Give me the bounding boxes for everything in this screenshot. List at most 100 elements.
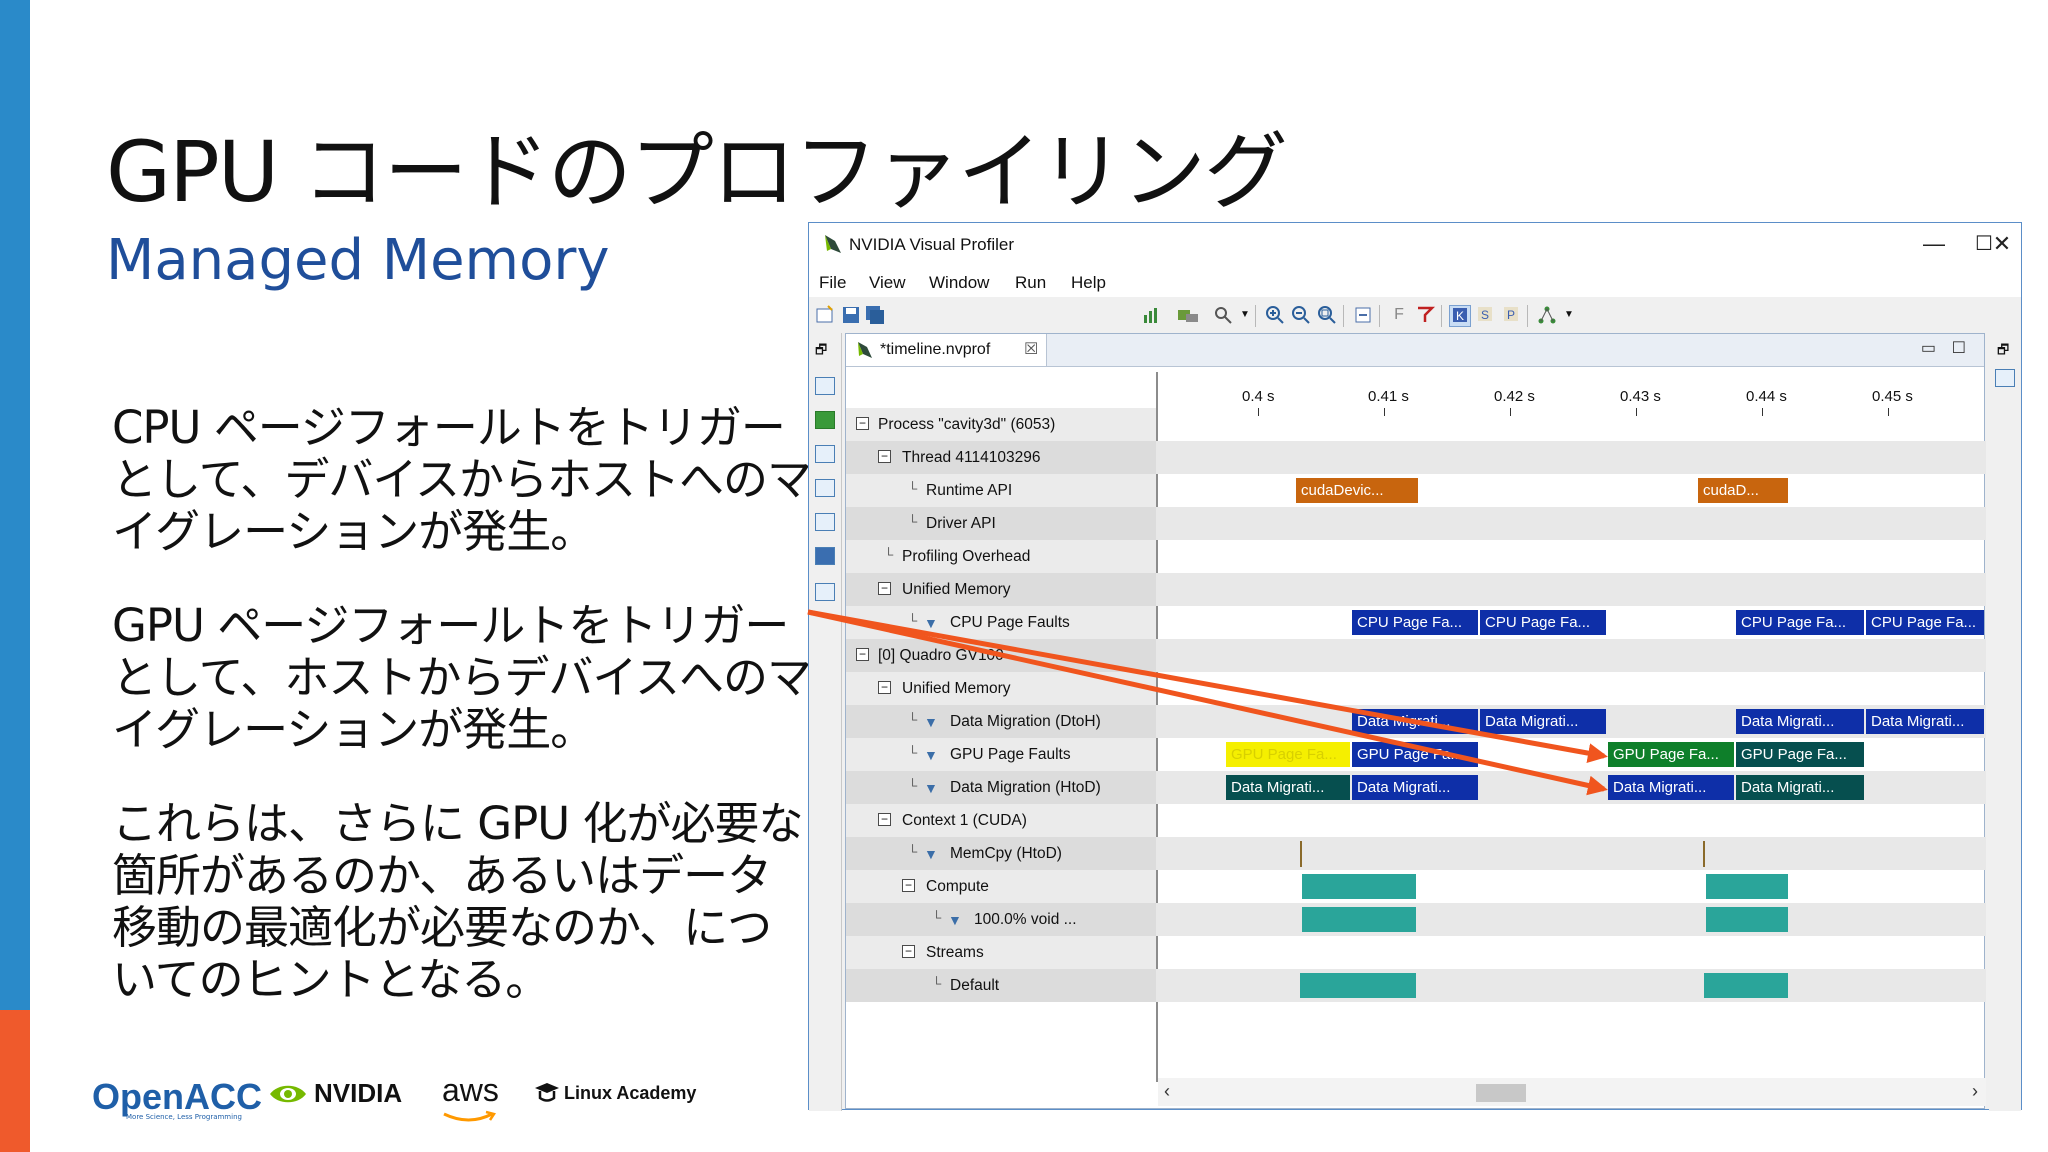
- chevron-down-icon[interactable]: ▼: [1235, 305, 1255, 325]
- row-label[interactable]: Data Migration (HtoD): [950, 779, 1101, 797]
- zoom-fit-icon[interactable]: [1317, 305, 1337, 325]
- row-label[interactable]: [0] Quadro GV100: [878, 647, 1004, 665]
- row-label[interactable]: Process "cavity3d" (6053): [878, 416, 1055, 434]
- stream-kernel-bar[interactable]: [1704, 973, 1788, 998]
- htod-migration-bar[interactable]: Data Migrati...: [1352, 775, 1478, 800]
- dtoh-migration-bar[interactable]: Data Migrati...: [1736, 709, 1864, 734]
- scroll-right-icon[interactable]: ›: [1972, 1081, 1978, 1102]
- collapse-icon[interactable]: −: [856, 417, 869, 430]
- collapse-icon[interactable]: −: [878, 681, 891, 694]
- runtime-api-bar[interactable]: cudaD...: [1698, 478, 1788, 503]
- search-icon[interactable]: [1213, 305, 1233, 325]
- minimize-view-icon[interactable]: ▭: [1921, 338, 1936, 358]
- close-button[interactable]: ✕: [1987, 229, 2017, 259]
- compute-kernel-bar[interactable]: [1302, 874, 1416, 899]
- collapse-icon[interactable]: −: [902, 879, 915, 892]
- gpu-page-fault-bar[interactable]: GPU Page Fa...: [1736, 742, 1864, 767]
- memcpy-marker[interactable]: [1703, 841, 1705, 867]
- tab-timeline[interactable]: *timeline.nvprof ☒: [846, 334, 1047, 366]
- maximize-view-icon[interactable]: ☐: [1952, 338, 1966, 358]
- collapse-all-icon[interactable]: [1353, 305, 1373, 325]
- process-p-icon[interactable]: P: [1501, 305, 1521, 325]
- zoom-in-icon[interactable]: [1265, 305, 1285, 325]
- cpu-page-fault-bar[interactable]: CPU Page Fa...: [1352, 610, 1478, 635]
- compute-kernel-bar[interactable]: [1706, 874, 1788, 899]
- scroll-left-icon[interactable]: ‹: [1164, 1081, 1170, 1102]
- gpu-page-fault-bar[interactable]: GPU Page Fa...: [1226, 742, 1350, 767]
- gpu-page-fault-bar[interactable]: GPU Page Fa...: [1608, 742, 1734, 767]
- collapse-icon[interactable]: −: [878, 450, 891, 463]
- chevron-down-icon[interactable]: ▼: [1559, 305, 1579, 325]
- filter-red-icon[interactable]: [1415, 305, 1436, 325]
- menu-file[interactable]: File: [819, 273, 846, 293]
- row-label[interactable]: MemCpy (HtoD): [950, 845, 1062, 863]
- scroll-thumb[interactable]: [1476, 1084, 1526, 1102]
- save-icon[interactable]: [841, 305, 861, 325]
- restore-icon[interactable]: 🗗: [815, 341, 835, 359]
- toolbar-separator: [1255, 305, 1256, 327]
- cpu-page-fault-bar[interactable]: CPU Page Fa...: [1736, 610, 1864, 635]
- row-label[interactable]: Profiling Overhead: [902, 548, 1030, 566]
- new-session-icon[interactable]: [815, 305, 835, 325]
- row-label[interactable]: Streams: [926, 944, 984, 962]
- row-streams: − Streams: [846, 936, 1986, 969]
- panel-source-icon[interactable]: [815, 513, 835, 531]
- kernel-bar[interactable]: [1706, 907, 1788, 932]
- row-label[interactable]: GPU Page Faults: [950, 746, 1071, 764]
- horizontal-scrollbar[interactable]: ‹ ›: [1158, 1078, 1986, 1106]
- dtoh-migration-bar[interactable]: Data Migrati...: [1866, 709, 1984, 734]
- cpu-page-fault-bar[interactable]: CPU Page Fa...: [1866, 610, 1984, 635]
- kernel-k-icon[interactable]: K: [1449, 305, 1471, 327]
- panel-table-icon[interactable]: [815, 445, 835, 463]
- htod-migration-bar[interactable]: Data Migrati...: [1226, 775, 1350, 800]
- menu-window[interactable]: Window: [929, 273, 989, 293]
- panel-details-icon[interactable]: [815, 411, 835, 429]
- panel-settings-icon[interactable]: [815, 583, 835, 601]
- row-label[interactable]: Compute: [926, 878, 989, 896]
- htod-migration-bar[interactable]: Data Migrati...: [1736, 775, 1864, 800]
- restore-icon[interactable]: 🗗: [1997, 341, 2009, 363]
- zoom-out-icon[interactable]: [1291, 305, 1311, 325]
- memcpy-marker[interactable]: [1300, 841, 1302, 867]
- row-label[interactable]: Context 1 (CUDA): [902, 812, 1027, 830]
- row-label[interactable]: Runtime API: [926, 482, 1012, 500]
- collapse-icon[interactable]: −: [856, 648, 869, 661]
- tab-close-icon[interactable]: ☒: [1024, 339, 1038, 359]
- row-label[interactable]: Unified Memory: [902, 581, 1011, 599]
- analysis-chart-icon[interactable]: [1141, 305, 1161, 325]
- runtime-api-bar[interactable]: cudaDevic...: [1296, 478, 1418, 503]
- collapse-icon[interactable]: −: [902, 945, 915, 958]
- row-label[interactable]: Thread 4114103296: [902, 449, 1040, 467]
- save-all-icon[interactable]: [865, 305, 885, 325]
- dtoh-migration-bar[interactable]: Data Migrati...: [1352, 709, 1478, 734]
- left-accent-bar-orange: [0, 1010, 30, 1152]
- collapse-icon[interactable]: −: [878, 582, 891, 595]
- kernel-bar[interactable]: [1302, 907, 1416, 932]
- row-data-migration-htod: └ ▼ Data Migration (HtoD) Data Migrati..…: [846, 771, 1986, 804]
- row-label[interactable]: 100.0% void ...: [974, 911, 1077, 929]
- stream-s-icon[interactable]: S: [1475, 305, 1495, 325]
- dependency-icon[interactable]: [1537, 305, 1557, 325]
- transfer-icon[interactable]: [1177, 305, 1198, 325]
- filter-icon: ▼: [924, 747, 938, 763]
- row-label[interactable]: Driver API: [926, 515, 996, 533]
- gpu-page-fault-bar[interactable]: GPU Page Fa...: [1352, 742, 1478, 767]
- row-label[interactable]: Data Migration (DtoH): [950, 713, 1101, 731]
- menu-run[interactable]: Run: [1015, 273, 1046, 293]
- row-label[interactable]: Default: [950, 977, 999, 995]
- panel-console-icon[interactable]: [815, 547, 835, 565]
- stream-kernel-bar[interactable]: [1300, 973, 1416, 998]
- panel-outline-icon[interactable]: [1995, 369, 2015, 387]
- filter-f-icon[interactable]: F: [1389, 305, 1409, 325]
- row-label[interactable]: Unified Memory: [902, 680, 1011, 698]
- cpu-page-fault-bar[interactable]: CPU Page Fa...: [1480, 610, 1606, 635]
- row-label[interactable]: CPU Page Faults: [950, 614, 1070, 632]
- collapse-icon[interactable]: −: [878, 813, 891, 826]
- menu-view[interactable]: View: [869, 273, 906, 293]
- menu-help[interactable]: Help: [1071, 273, 1106, 293]
- htod-migration-bar[interactable]: Data Migrati...: [1608, 775, 1734, 800]
- panel-analysis-icon[interactable]: [815, 377, 835, 395]
- dtoh-migration-bar[interactable]: Data Migrati...: [1480, 709, 1606, 734]
- panel-properties-icon[interactable]: [815, 479, 835, 497]
- minimize-button[interactable]: —: [1919, 229, 1949, 259]
